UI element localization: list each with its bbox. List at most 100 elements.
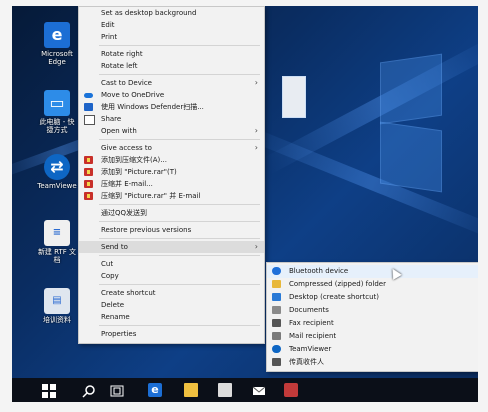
menu-item-a[interactable]: 添加到压缩文件(A)... bbox=[79, 154, 264, 166]
send-to-item-label: Bluetooth device bbox=[289, 267, 349, 275]
menu-item-move-to-onedrive[interactable]: Move to OneDrive bbox=[79, 89, 264, 101]
menu-item-restore-previous-versions[interactable]: Restore previous versions bbox=[79, 224, 264, 236]
send-to-item-label: TeamViewer bbox=[289, 345, 332, 353]
menu-item-create-shortcut[interactable]: Create shortcut bbox=[79, 287, 264, 299]
photo-frame: e Microsoft Edge ▭ 此电脑 - 快 捷方式 ⇄ TeamVie… bbox=[0, 0, 488, 412]
send-to-item[interactable]: TeamViewer bbox=[267, 343, 478, 356]
desktop-icon-training-files[interactable]: ▤ 培训资料 bbox=[36, 288, 78, 324]
wallpaper-beam bbox=[239, 124, 478, 242]
desktop-icon-edge[interactable]: e Microsoft Edge bbox=[36, 22, 78, 66]
menu-item-print[interactable]: Print bbox=[79, 31, 264, 43]
winrar-icon bbox=[84, 192, 93, 200]
menu-item-open-with[interactable]: Open with › bbox=[79, 125, 264, 137]
menu-item-label: Cast to Device bbox=[101, 79, 152, 87]
menu-item-label: Set as desktop background bbox=[101, 9, 197, 17]
menu-item-picture-rar-e-mail[interactable]: 压缩到 "Picture.rar" 并 E-mail bbox=[79, 190, 264, 202]
send-to-item-label: Documents bbox=[289, 306, 329, 314]
menu-separator bbox=[99, 325, 260, 326]
menu-item-label: 添加到 "Picture.rar"(T) bbox=[101, 168, 177, 176]
desktop-icon-this-pc[interactable]: ▭ 此电脑 - 快 捷方式 bbox=[36, 90, 78, 134]
folder-icon: ▤ bbox=[44, 288, 70, 314]
send-to-item[interactable]: Bluetooth device bbox=[267, 265, 478, 278]
menu-item-label: 压缩到 "Picture.rar" 并 E-mail bbox=[101, 192, 201, 200]
menu-item-label: Give access to bbox=[101, 144, 152, 152]
edge-icon[interactable]: e bbox=[148, 383, 162, 397]
menu-item-label: Create shortcut bbox=[101, 289, 156, 297]
menu-item-label: Print bbox=[101, 33, 118, 41]
mail-icon bbox=[272, 332, 281, 340]
onedrive-icon bbox=[84, 93, 93, 98]
mail-icon[interactable] bbox=[252, 383, 266, 397]
menu-separator bbox=[99, 284, 260, 285]
send-to-item[interactable]: Documents bbox=[267, 304, 478, 317]
menu-item-label: Open with bbox=[101, 127, 137, 135]
winrar-icon bbox=[84, 168, 93, 176]
desktop-icon-teamviewer[interactable]: ⇄ TeamViewe bbox=[36, 154, 78, 190]
menu-item-label: 压缩并 E-mail... bbox=[101, 180, 153, 188]
app-icon[interactable] bbox=[284, 383, 298, 397]
menu-item-set-as-desktop-background[interactable]: Set as desktop background bbox=[79, 7, 264, 19]
desktop-icon bbox=[272, 293, 281, 301]
task-view-icon[interactable] bbox=[110, 383, 124, 397]
fax-icon bbox=[272, 358, 281, 366]
desktop-icon-label: 捷方式 bbox=[46, 126, 68, 134]
desktop-icon-rtf-document[interactable]: ≡ 新建 RTF 文 档 bbox=[36, 220, 78, 264]
menu-item-label: Delete bbox=[101, 301, 124, 309]
menu-item-edit[interactable]: Edit bbox=[79, 19, 264, 31]
send-to-item[interactable]: Fax recipient bbox=[267, 317, 478, 330]
desktop-icon-label: 培训资料 bbox=[43, 316, 71, 324]
send-to-item[interactable]: 传真收件人 bbox=[267, 356, 478, 369]
menu-item-rotate-left[interactable]: Rotate left bbox=[79, 60, 264, 72]
menu-item-label: Properties bbox=[101, 330, 137, 338]
zip-folder-icon bbox=[272, 280, 281, 288]
context-menu: Set as desktop background Edit Print Rotate… bbox=[78, 6, 265, 344]
menu-item-send-to[interactable]: Send to › bbox=[79, 241, 264, 253]
store-icon[interactable] bbox=[218, 383, 232, 397]
menu-item-picture-rar-t[interactable]: 添加到 "Picture.rar"(T) bbox=[79, 166, 264, 178]
wallpaper-window-pane bbox=[282, 76, 306, 118]
fax-icon bbox=[272, 319, 281, 327]
desktop-icon-label: TeamViewe bbox=[37, 182, 77, 190]
teamviewer-icon bbox=[272, 345, 281, 353]
menu-item-cast-to-device[interactable]: Cast to Device › bbox=[79, 77, 264, 89]
send-to-item[interactable]: Compressed (zipped) folder bbox=[267, 278, 478, 291]
send-to-item-label: Compressed (zipped) folder bbox=[289, 280, 386, 288]
menu-item-label: Rotate left bbox=[101, 62, 138, 70]
menu-item-rename[interactable]: Rename bbox=[79, 311, 264, 323]
menu-item-cut[interactable]: Cut bbox=[79, 258, 264, 270]
document-icon: ≡ bbox=[44, 220, 70, 246]
menu-separator bbox=[99, 74, 260, 75]
menu-item-delete[interactable]: Delete bbox=[79, 299, 264, 311]
menu-item-rotate-right[interactable]: Rotate right bbox=[79, 48, 264, 60]
desktop-icon-label: Microsoft bbox=[41, 50, 73, 58]
search-icon[interactable] bbox=[82, 383, 96, 398]
menu-separator bbox=[99, 238, 260, 239]
windows-start-icon[interactable] bbox=[42, 383, 56, 398]
menu-item-windows-defender[interactable]: 使用 Windows Defender扫描... bbox=[79, 101, 264, 113]
chevron-right-icon: › bbox=[254, 143, 258, 152]
chevron-right-icon: › bbox=[254, 242, 258, 251]
menu-separator bbox=[99, 221, 260, 222]
menu-item-label: Edit bbox=[101, 21, 115, 29]
winrar-icon bbox=[84, 156, 93, 164]
file-explorer-icon[interactable] bbox=[184, 383, 198, 397]
send-to-item[interactable]: Desktop (create shortcut) bbox=[267, 291, 478, 304]
desktop-icon-label: 档 bbox=[53, 256, 61, 264]
winrar-icon bbox=[84, 180, 93, 188]
bluetooth-icon bbox=[272, 267, 281, 275]
menu-item-label: 添加到压缩文件(A)... bbox=[101, 156, 167, 164]
menu-item-label: 通过QQ发送到 bbox=[101, 209, 148, 217]
menu-item-label: Rotate right bbox=[101, 50, 143, 58]
menu-item-e-mail[interactable]: 压缩并 E-mail... bbox=[79, 178, 264, 190]
send-to-item-label: Desktop (create shortcut) bbox=[289, 293, 380, 301]
menu-item-properties[interactable]: Properties bbox=[79, 328, 264, 340]
desktop-icon-label: 此电脑 - 快 bbox=[39, 118, 75, 126]
send-to-item[interactable]: Mail recipient bbox=[267, 330, 478, 343]
menu-item-label: Copy bbox=[101, 272, 119, 280]
menu-item-share[interactable]: Share bbox=[79, 113, 264, 125]
menu-item-qq[interactable]: 通过QQ发送到 bbox=[79, 207, 264, 219]
menu-item-label: Restore previous versions bbox=[101, 226, 192, 234]
desktop: e Microsoft Edge ▭ 此电脑 - 快 捷方式 ⇄ TeamVie… bbox=[12, 6, 478, 402]
menu-item-give-access-to[interactable]: Give access to › bbox=[79, 142, 264, 154]
menu-item-copy[interactable]: Copy bbox=[79, 270, 264, 282]
